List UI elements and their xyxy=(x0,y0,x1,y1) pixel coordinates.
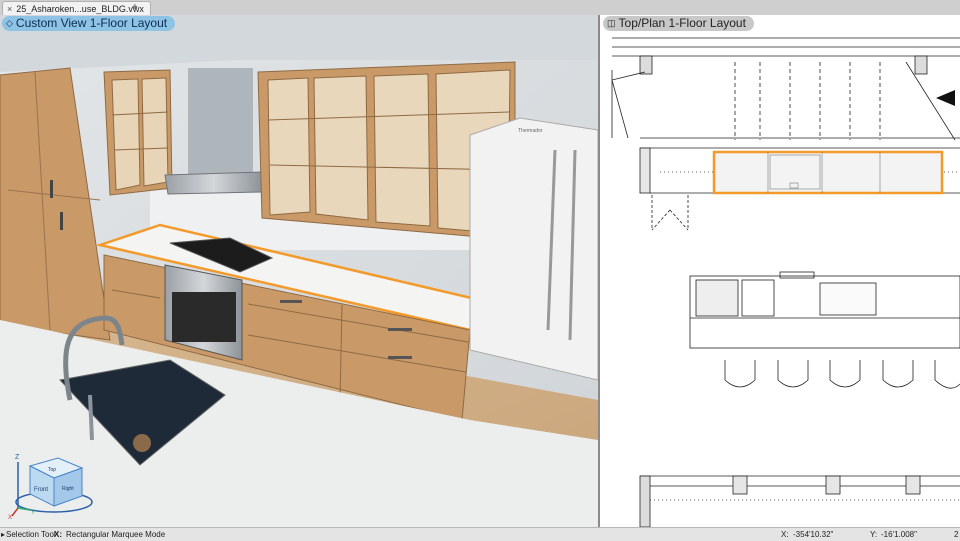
axis-x-label: X xyxy=(8,515,12,520)
axis-y-label: Y xyxy=(31,510,35,516)
y-coordinate-value: -16'1.008" xyxy=(881,530,917,539)
add-tab-button[interactable]: + xyxy=(132,1,138,14)
y-coordinate-label: Y: xyxy=(870,530,878,539)
x-coordinate-value: -354'10.32" xyxy=(793,530,834,539)
plan-view-menu-icon: ◫ xyxy=(607,18,616,28)
x-coordinate-label: X: xyxy=(781,530,789,539)
document-tab[interactable]: × 25_Asharoken...use_BLDG.vwx xyxy=(2,1,151,16)
view-cube-widget[interactable]: Top Front Right Z X Y xyxy=(8,448,98,520)
arrow-cursor-icon: ▸ xyxy=(1,530,6,539)
tab-close-icon[interactable]: × xyxy=(7,2,12,16)
view-label-top-plan-text: Top/Plan 1-Floor Layout xyxy=(618,16,746,30)
view-cube-menu-icon: ◇ xyxy=(6,18,13,28)
view-cube-front-label: Front xyxy=(34,487,48,493)
appliance-brand-text: Thermador xyxy=(518,128,543,134)
status-bar: ▸ Selection Tool X: Rectangular Marquee … xyxy=(0,527,960,541)
floor-plan-drawing xyxy=(611,37,960,527)
view-cube-right-label: Right xyxy=(62,486,74,492)
tool-mode-label: Rectangular Marquee Mode xyxy=(66,530,166,539)
document-tab-title: 25_Asharoken...use_BLDG.vwx xyxy=(16,4,144,14)
document-tab-bar: × 25_Asharoken...use_BLDG.vwx + xyxy=(0,0,960,16)
custom-3d-viewport[interactable]: Thermador ◇ Custom View 1-Floor Layout T… xyxy=(0,15,600,527)
view-label-top-plan[interactable]: ◫ Top/Plan 1-Floor Layout xyxy=(603,16,754,31)
status-trailing-value: 2 xyxy=(954,530,959,539)
view-cube-top-label: Top xyxy=(48,467,56,473)
view-label-custom-text: Custom View 1-Floor Layout xyxy=(15,16,168,30)
view-label-custom[interactable]: ◇ Custom View 1-Floor Layout xyxy=(2,16,176,31)
axis-z-label: Z xyxy=(15,454,20,461)
mode-key-label: X: xyxy=(54,530,62,539)
top-plan-viewport[interactable]: ◫ Top/Plan 1-Floor Layout xyxy=(600,15,960,527)
current-tool-label: Selection Tool xyxy=(6,530,56,539)
